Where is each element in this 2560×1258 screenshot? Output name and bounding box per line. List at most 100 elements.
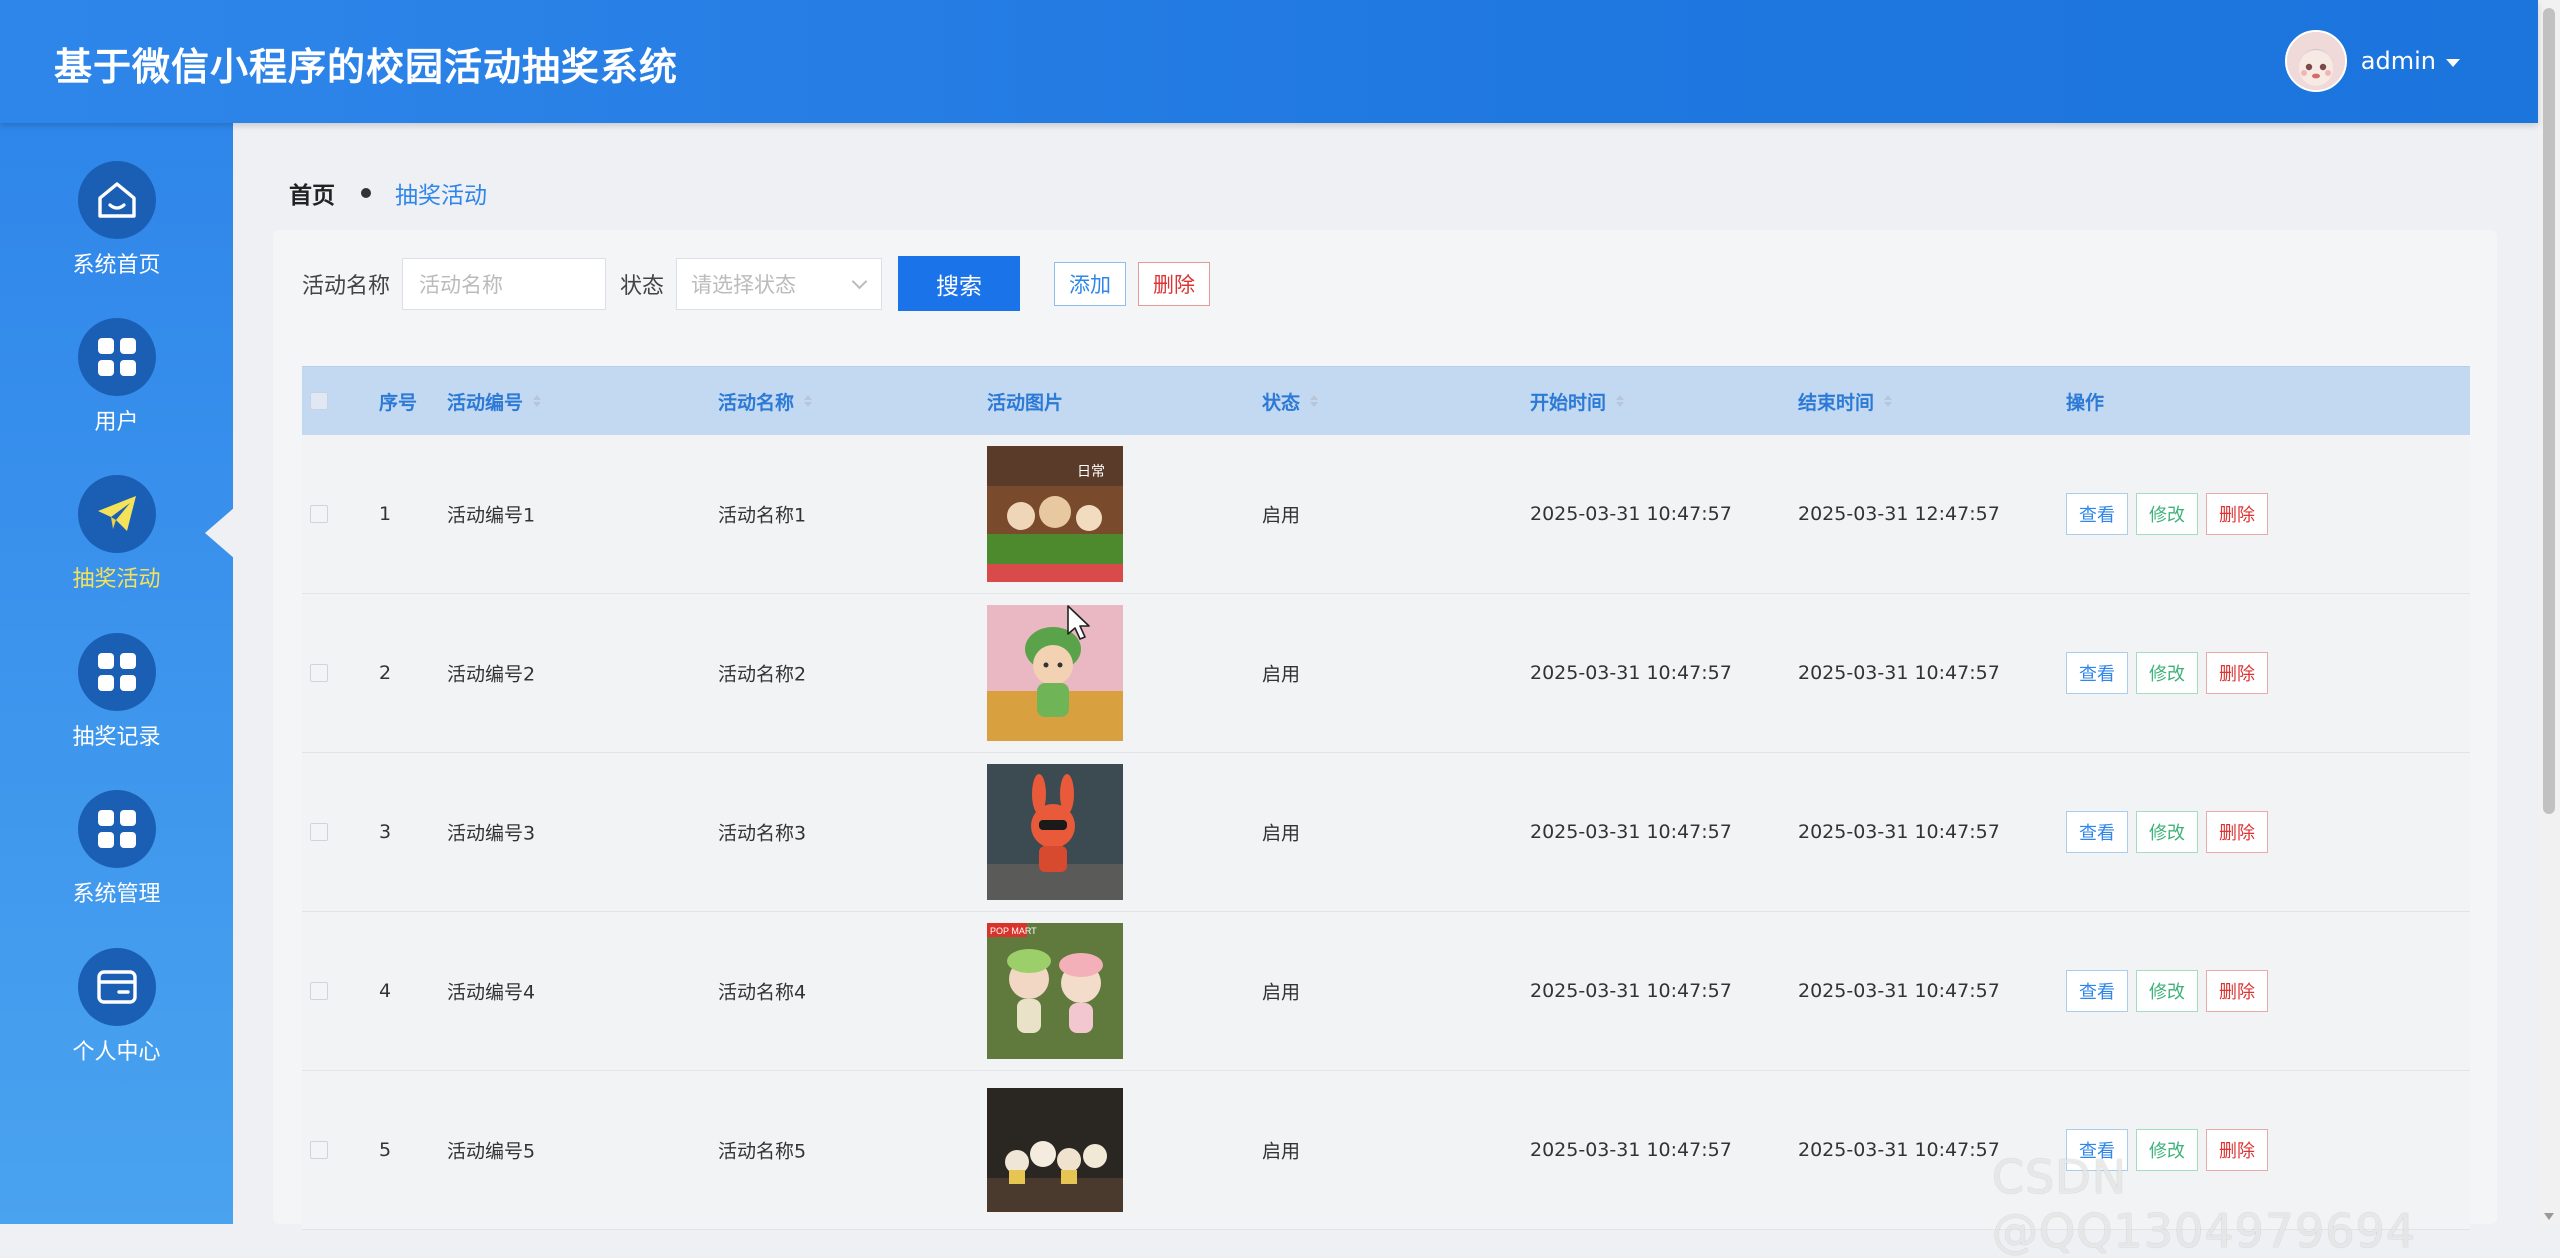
home-icon <box>77 161 156 239</box>
view-button[interactable]: 查看 <box>2066 652 2128 694</box>
sort-icon <box>1616 395 1625 407</box>
edit-button[interactable]: 修改 <box>2136 811 2198 853</box>
cell-start-time: 2025-03-31 10:47:57 <box>1530 662 1732 684</box>
edit-button[interactable]: 修改 <box>2136 493 2198 535</box>
top-header: 基于微信小程序的校园活动抽奖系统 admin <box>0 0 2538 123</box>
select-all-checkbox[interactable] <box>310 392 328 410</box>
cell-index: 4 <box>379 980 392 1002</box>
edit-button[interactable]: 修改 <box>2136 652 2198 694</box>
cell-end-time: 2025-03-31 10:47:57 <box>1798 1139 2000 1161</box>
sidebar-item-label: 抽奖记录 <box>72 725 161 750</box>
status-select[interactable]: 请选择状态 <box>676 257 883 310</box>
cell-status: 启用 <box>1262 822 1301 845</box>
table-row: 2 活动编号2 活动名称2 启用 2025-03-31 10:47:57 202… <box>302 594 2470 753</box>
column-header-start-time[interactable]: 开始时间 <box>1530 388 1625 415</box>
cell-code: 活动编号3 <box>447 822 536 845</box>
cell-index: 3 <box>379 821 392 843</box>
sidebar-item-label: 系统管理 <box>72 882 161 907</box>
app-title: 基于微信小程序的校园活动抽奖系统 <box>54 45 679 89</box>
activity-name-input[interactable]: 活动名称 <box>402 257 607 310</box>
cell-start-time: 2025-03-31 10:47:57 <box>1530 1139 1732 1161</box>
sidebar-item-personal-center[interactable]: 个人中心 <box>0 948 233 1066</box>
row-actions: 查看 修改 删除 <box>2066 493 2276 535</box>
column-header-name[interactable]: 活动名称 <box>718 388 813 415</box>
cell-end-time: 2025-03-31 10:47:57 <box>1798 821 2000 843</box>
sidebar-item-lottery-activity[interactable]: 抽奖活动 <box>0 475 233 593</box>
row-checkbox[interactable] <box>310 664 328 682</box>
cell-status: 启用 <box>1262 663 1301 686</box>
sidebar-item-lottery-records[interactable]: 抽奖记录 <box>0 633 233 751</box>
add-button[interactable]: 添加 <box>1054 261 1127 306</box>
row-checkbox[interactable] <box>310 982 328 1000</box>
sort-icon <box>1884 395 1893 407</box>
activity-image[interactable]: POP MART <box>987 923 1123 1059</box>
table-header: 序号 活动编号 活动名称 活动图片 状态 开始时间 结束时间 操作 <box>302 366 2470 435</box>
column-header-end-time[interactable]: 结束时间 <box>1798 388 1893 415</box>
column-header-status[interactable]: 状态 <box>1262 388 1319 415</box>
username[interactable]: admin <box>2361 47 2436 75</box>
cell-status: 启用 <box>1262 1140 1301 1163</box>
row-checkbox[interactable] <box>310 1141 328 1159</box>
breadcrumb-home[interactable]: 首页 <box>289 176 335 210</box>
table-row: 1 活动编号1 活动名称1 日常 启用 2025-03-31 10:47:57 … <box>302 435 2470 594</box>
row-actions: 查看 修改 删除 <box>2066 811 2276 853</box>
activity-image[interactable] <box>987 605 1123 741</box>
sidebar-item-system-management[interactable]: 系统管理 <box>0 790 233 908</box>
breadcrumb-current[interactable]: 抽奖活动 <box>395 176 487 210</box>
status-label: 状态 <box>620 273 665 299</box>
delete-button[interactable]: 删除 <box>2206 493 2268 535</box>
cell-index: 1 <box>379 503 392 525</box>
table-row: 3 活动编号3 活动名称3 启用 2025-03-31 10:47:57 202… <box>302 753 2470 912</box>
column-header-actions: 操作 <box>2066 391 2105 414</box>
column-header-code[interactable]: 活动编号 <box>447 388 542 415</box>
search-button[interactable]: 搜索 <box>898 256 1021 311</box>
edit-button[interactable]: 修改 <box>2136 970 2198 1012</box>
mouse-cursor-icon <box>1067 605 1090 640</box>
cell-end-time: 2025-03-31 12:47:57 <box>1798 503 2000 525</box>
cell-code: 活动编号1 <box>447 504 536 527</box>
row-actions: 查看 修改 删除 <box>2066 970 2276 1012</box>
cell-code: 活动编号4 <box>447 981 536 1004</box>
delete-button[interactable]: 删除 <box>2206 652 2268 694</box>
chevron-down-icon <box>851 273 868 289</box>
svg-text:日常: 日常 <box>1077 463 1105 479</box>
delete-button[interactable]: 删除 <box>2206 811 2268 853</box>
activity-image[interactable] <box>987 1082 1123 1218</box>
cell-name: 活动名称2 <box>718 663 807 686</box>
scrollbar-thumb[interactable] <box>2543 8 2555 814</box>
cell-code: 活动编号5 <box>447 1140 536 1163</box>
cell-name: 活动名称4 <box>718 981 807 1004</box>
chevron-down-icon[interactable] <box>2446 58 2460 67</box>
view-button[interactable]: 查看 <box>2066 811 2128 853</box>
cell-end-time: 2025-03-31 10:47:57 <box>1798 662 2000 684</box>
view-button[interactable]: 查看 <box>2066 970 2128 1012</box>
row-checkbox[interactable] <box>310 505 328 523</box>
cell-start-time: 2025-03-31 10:47:57 <box>1530 980 1732 1002</box>
activity-image[interactable] <box>987 764 1123 900</box>
delete-button[interactable]: 删除 <box>2206 970 2268 1012</box>
activity-name-label: 活动名称 <box>302 273 391 299</box>
view-button[interactable]: 查看 <box>2066 493 2128 535</box>
cell-name: 活动名称1 <box>718 504 807 527</box>
sidebar-item-label: 系统首页 <box>72 253 161 278</box>
avatar[interactable] <box>2284 30 2347 92</box>
card-icon <box>77 948 156 1026</box>
cell-status: 启用 <box>1262 504 1301 527</box>
sidebar-item-label: 用户 <box>94 410 139 435</box>
bulk-delete-button[interactable]: 删除 <box>1138 261 1211 306</box>
activity-table: 序号 活动编号 活动名称 活动图片 状态 开始时间 结束时间 操作 1 活动编号… <box>302 366 2470 1230</box>
avatar-icon <box>2286 32 2345 90</box>
row-checkbox[interactable] <box>310 823 328 841</box>
sidebar-item-label: 个人中心 <box>72 1040 161 1065</box>
sidebar-item-users[interactable]: 用户 <box>0 318 233 436</box>
cell-end-time: 2025-03-31 10:47:57 <box>1798 980 2000 1002</box>
status-select-placeholder: 请选择状态 <box>691 272 797 297</box>
page-scrollbar[interactable] <box>2538 0 2560 1224</box>
sidebar-item-home[interactable]: 系统首页 <box>0 161 233 279</box>
breadcrumb: 首页 抽奖活动 <box>289 176 487 210</box>
row-actions: 查看 修改 删除 <box>2066 652 2276 694</box>
cell-start-time: 2025-03-31 10:47:57 <box>1530 503 1732 525</box>
activity-image[interactable]: 日常 <box>987 446 1123 582</box>
column-header-index: 序号 <box>379 391 418 414</box>
user-menu[interactable]: admin <box>2284 30 2460 92</box>
